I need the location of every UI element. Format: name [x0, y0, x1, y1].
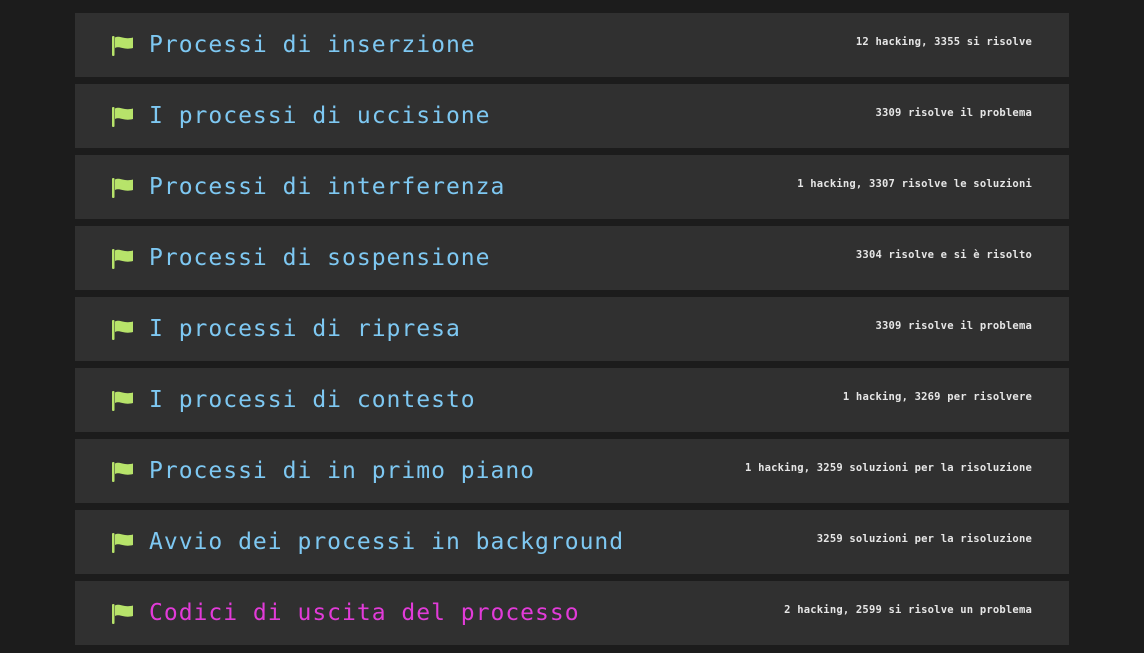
- flag-icon: [112, 178, 133, 198]
- level-stats: 3309 risolve il problema: [875, 320, 1032, 332]
- level-row-ripresa[interactable]: I processi di ripresa 3309 risolve il pr…: [75, 297, 1069, 361]
- level-title[interactable]: Processi di interferenza: [149, 172, 505, 202]
- level-stats: 3309 risolve il problema: [875, 107, 1032, 119]
- level-row-codici-uscita[interactable]: Codici di uscita del processo 2 hacking,…: [75, 581, 1069, 645]
- level-stats: 12 hacking, 3355 si risolve: [855, 36, 1032, 48]
- level-row-inserzione[interactable]: Processi di inserzione 12 hacking, 3355 …: [75, 13, 1069, 77]
- level-stats: 2 hacking, 2599 si risolve un problema: [784, 604, 1032, 616]
- level-title[interactable]: I processi di contesto: [149, 385, 476, 415]
- flag-icon: [112, 391, 133, 411]
- flag-icon: [112, 249, 133, 269]
- level-row-interferenza[interactable]: Processi di interferenza 1 hacking, 3307…: [75, 155, 1069, 219]
- level-stats: 3259 soluzioni per la risoluzione: [816, 533, 1032, 545]
- flag-icon: [112, 604, 133, 624]
- flag-icon: [112, 107, 133, 127]
- level-stats: 1 hacking, 3307 risolve le soluzioni: [797, 178, 1032, 190]
- level-title[interactable]: I processi di uccisione: [149, 101, 491, 131]
- level-row-primo-piano[interactable]: Processi di in primo piano 1 hacking, 32…: [75, 439, 1069, 503]
- level-row-contesto[interactable]: I processi di contesto 1 hacking, 3269 p…: [75, 368, 1069, 432]
- level-title[interactable]: Avvio dei processi in background: [149, 527, 624, 557]
- level-row-background[interactable]: Avvio dei processi in background 3259 so…: [75, 510, 1069, 574]
- level-title[interactable]: Processi di inserzione: [149, 30, 476, 60]
- flag-icon: [112, 36, 133, 56]
- flag-icon: [112, 533, 133, 553]
- level-title[interactable]: Processi di in primo piano: [149, 456, 535, 486]
- level-list: Processi di inserzione 12 hacking, 3355 …: [75, 13, 1069, 652]
- level-title[interactable]: I processi di ripresa: [149, 314, 461, 344]
- flag-icon: [112, 320, 133, 340]
- level-stats: 1 hacking, 3259 soluzioni per la risoluz…: [745, 462, 1032, 474]
- level-row-sospensione[interactable]: Processi di sospensione 3304 risolve e s…: [75, 226, 1069, 290]
- level-title[interactable]: Codici di uscita del processo: [149, 598, 580, 628]
- flag-icon: [112, 462, 133, 482]
- level-stats: 1 hacking, 3269 per risolvere: [842, 391, 1032, 403]
- level-title[interactable]: Processi di sospensione: [149, 243, 491, 273]
- level-row-uccisione[interactable]: I processi di uccisione 3309 risolve il …: [75, 84, 1069, 148]
- level-stats: 3304 risolve e si è risolto: [855, 249, 1032, 261]
